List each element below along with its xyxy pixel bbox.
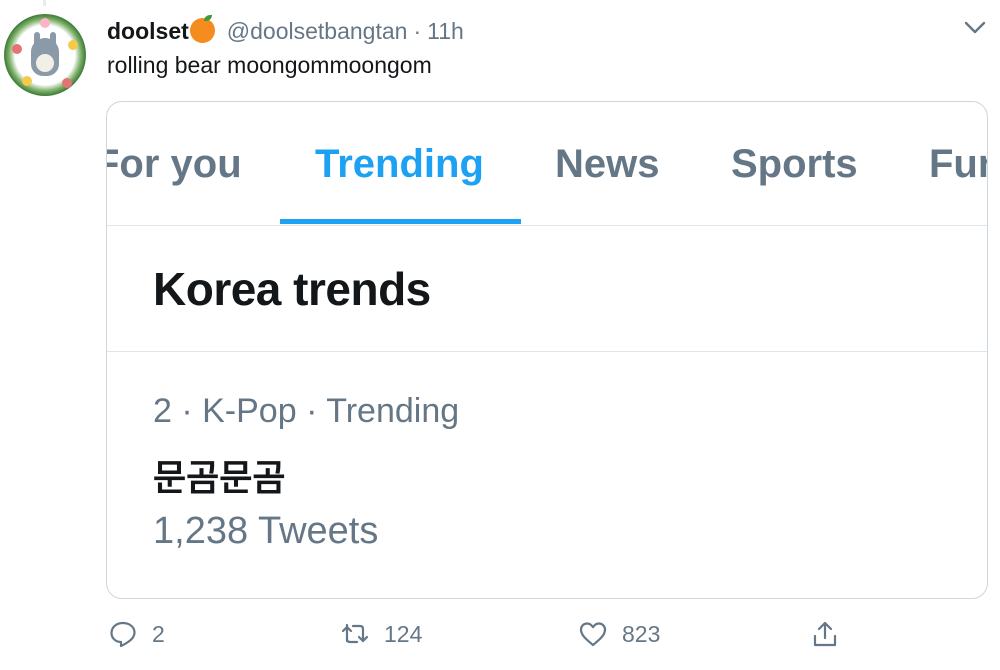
retweet-count: 124 [384, 620, 423, 647]
heart-icon [579, 622, 607, 647]
embedded-trends-card[interactable]: For you Trending News Sports Fun Korea t… [106, 101, 988, 599]
tweet-text: rolling bear moongommoongom [107, 52, 432, 78]
trend-meta: 2 · K-Pop · Trending [153, 392, 460, 430]
retweet-button[interactable]: 124 [340, 612, 422, 656]
tab-sports[interactable]: Sports [731, 142, 858, 187]
tweet-header: doolset @doolsetbangtan · 11h [107, 14, 464, 48]
reply-button[interactable]: 2 [108, 612, 165, 656]
trend-tweet-count: 1,238 Tweets [153, 510, 379, 552]
orange-emoji-icon [189, 14, 215, 43]
share-icon [813, 621, 837, 647]
tab-news[interactable]: News [555, 142, 660, 187]
active-tab-indicator [280, 219, 521, 224]
like-button[interactable]: 823 [578, 612, 660, 656]
reply-icon [110, 621, 136, 648]
chevron-down-icon[interactable] [960, 12, 990, 42]
tab-trending[interactable]: Trending [315, 142, 484, 187]
thread-connector [43, 0, 46, 6]
trend-name[interactable]: 문곰문곰 [153, 449, 285, 501]
tweet-actions: 2 124 823 [0, 612, 1000, 656]
share-button[interactable] [810, 612, 854, 656]
tab-fun[interactable]: Fun [929, 142, 987, 187]
separator: · [413, 17, 422, 44]
reply-count: 2 [152, 620, 165, 647]
tab-for-you[interactable]: For you [107, 142, 242, 187]
tweet[interactable]: doolset @doolsetbangtan · 11h rolling be… [0, 0, 1000, 670]
section-title: Korea trends [153, 263, 431, 315]
user-handle[interactable]: @doolsetbangtan [227, 18, 408, 45]
retweet-icon [341, 623, 369, 644]
avatar[interactable] [4, 14, 86, 96]
divider [107, 351, 987, 352]
display-name[interactable]: doolset [107, 18, 189, 45]
tab-bar: For you Trending News Sports Fun [107, 102, 987, 226]
timestamp[interactable]: 11h [427, 18, 464, 45]
like-count: 823 [622, 620, 661, 647]
